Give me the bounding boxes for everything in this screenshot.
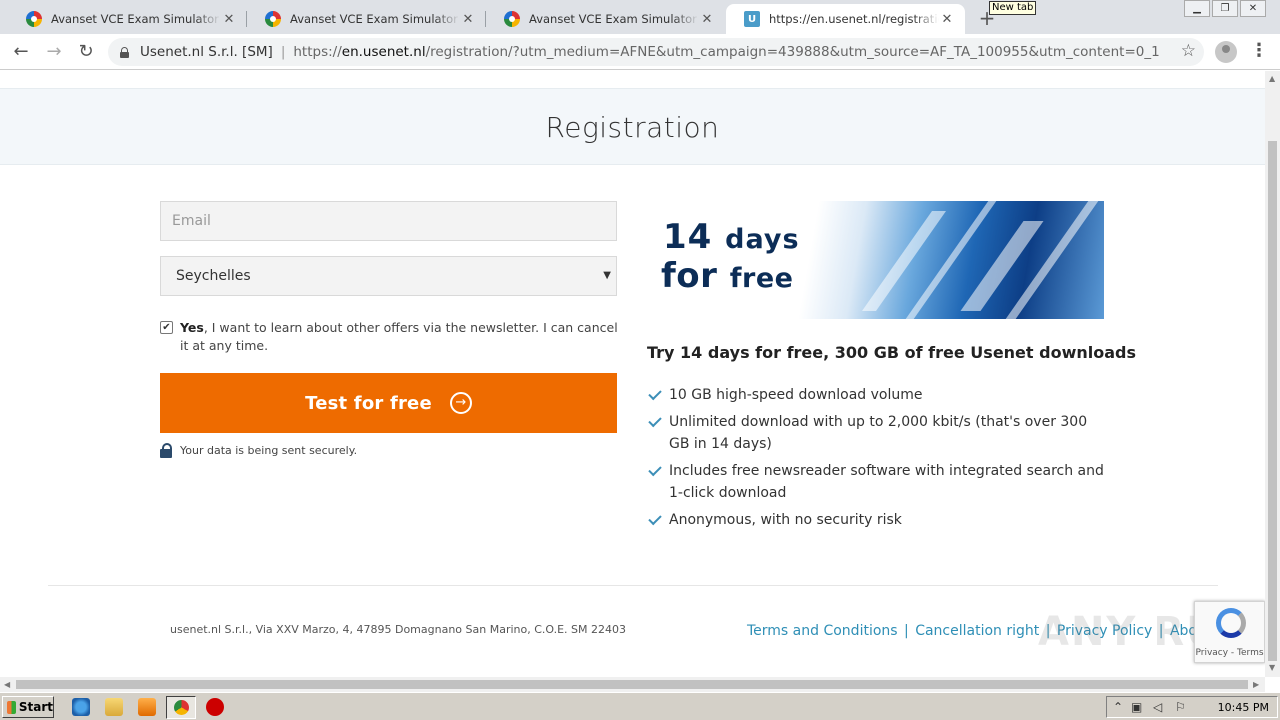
close-icon[interactable]: ✕: [460, 12, 476, 27]
newsletter-yes: Yes: [180, 320, 204, 335]
internet-explorer-icon[interactable]: [72, 698, 90, 716]
reload-icon[interactable]: ↻: [75, 41, 97, 62]
newsletter-consent: ✔ Yes, I want to learn about other offer…: [160, 319, 620, 355]
banner-number: 14: [663, 217, 713, 257]
url-host: en.usenet.nl: [341, 44, 426, 60]
secure-note: Your data is being sent securely.: [160, 443, 357, 458]
terms-link[interactable]: Terms and Conditions: [747, 623, 898, 639]
system-tray: ⌃ ▣ ◁ ⚐ 10:45 PM: [1106, 696, 1278, 718]
volume-icon[interactable]: ◁: [1153, 700, 1162, 714]
registration-header: Registration: [0, 88, 1265, 165]
scroll-down-icon[interactable]: ▼: [1269, 663, 1275, 672]
new-tab-tooltip: New tab: [989, 1, 1037, 15]
email-input[interactable]: [160, 201, 617, 241]
url-scheme: https://: [293, 44, 342, 60]
cta-label: Test for free: [305, 392, 432, 414]
browser-toolbar: ← → ↻ Usenet.nl S.r.l. [SM] | https://en…: [0, 34, 1280, 70]
newsletter-checkbox[interactable]: ✔: [160, 321, 173, 334]
check-icon: [648, 462, 662, 477]
usenet-icon: U: [744, 11, 760, 27]
banner-for: for: [661, 256, 718, 296]
check-icon: [648, 511, 662, 526]
banner-days: days: [725, 224, 800, 255]
tab-title: Avanset VCE Exam Simulator 2.6.1 C: [529, 12, 699, 26]
country-selected-value: Seychelles: [176, 268, 251, 284]
scroll-thumb[interactable]: [1268, 141, 1277, 661]
dropdown-caret-icon: ▼: [603, 270, 611, 281]
avanset-icon: [504, 11, 520, 27]
window-controls: ▁ ❐ ✕: [1182, 0, 1266, 18]
media-player-icon[interactable]: [138, 698, 156, 716]
offer-title: Try 14 days for free, 300 GB of free Use…: [647, 343, 1136, 362]
flag-icon[interactable]: ⚐: [1175, 700, 1186, 714]
chrome-icon: [174, 700, 189, 715]
padlock-icon: [160, 443, 172, 458]
url-path: /registration/?utm_medium=AFNE&utm_campa…: [425, 44, 1160, 60]
test-for-free-button[interactable]: Test for free →: [160, 373, 617, 433]
tab-title: Avanset VCE Exam Simulator 2.6.1 C: [51, 12, 221, 26]
close-window-icon[interactable]: ✕: [1240, 0, 1266, 17]
list-item: Includes free newsreader software with i…: [647, 460, 1107, 504]
close-icon[interactable]: ✕: [221, 12, 237, 27]
tab-title: https://en.usenet.nl/registration/?ut: [769, 12, 939, 26]
banner-free: free: [729, 263, 794, 294]
list-item: Unlimited download with up to 2,000 kbit…: [647, 411, 1107, 455]
menu-kebab-icon[interactable]: ⋮: [1250, 40, 1268, 61]
tab-usenet[interactable]: U https://en.usenet.nl/registration/?ut …: [726, 4, 965, 34]
tab-strip: Avanset VCE Exam Simulator 2.6.1 C ✕ Ava…: [0, 0, 1280, 34]
tab-avanset-1[interactable]: Avanset VCE Exam Simulator 2.6.1 C ✕: [8, 4, 247, 34]
feature-list: 10 GB high-speed download volume Unlimit…: [647, 384, 1107, 536]
profile-avatar-icon[interactable]: [1215, 41, 1237, 63]
list-item: 10 GB high-speed download volume: [647, 384, 1107, 406]
horizontal-scrollbar[interactable]: ◀ ▶: [0, 677, 1265, 692]
stop-icon[interactable]: [206, 698, 224, 716]
start-button[interactable]: Start: [2, 696, 54, 718]
arrow-right-circle-icon: →: [449, 392, 472, 414]
address-bar[interactable]: Usenet.nl S.r.l. [SM] | https://en.usene…: [108, 38, 1204, 66]
folder-icon[interactable]: [105, 698, 123, 716]
restore-icon[interactable]: ❐: [1212, 0, 1238, 17]
promo-banner: 14 days for free: [647, 201, 1104, 319]
check-icon: [648, 386, 662, 401]
company-address: usenet.nl S.r.l., Via XXV Marzo, 4, 4789…: [170, 623, 627, 636]
avanset-icon: [26, 11, 42, 27]
page-viewport: Registration Seychelles ▼ ✔ Yes, I want …: [0, 71, 1265, 677]
tab-avanset-3[interactable]: Avanset VCE Exam Simulator 2.6.1 C ✕: [486, 4, 725, 34]
scroll-right-icon[interactable]: ▶: [1253, 680, 1259, 689]
lock-icon: [120, 46, 129, 58]
forward-arrow-icon[interactable]: →: [43, 41, 65, 62]
windows-flag-icon: [7, 700, 16, 714]
minimize-icon[interactable]: ▁: [1184, 0, 1210, 17]
close-icon[interactable]: ✕: [939, 12, 955, 27]
recaptcha-text: Privacy - Terms: [1195, 648, 1264, 658]
windows-taskbar: Start ⌃ ▣ ◁ ⚐ 10:45 PM: [0, 692, 1280, 720]
newsletter-text: , I want to learn about other offers via…: [180, 320, 618, 353]
list-item: Anonymous, with no security risk: [647, 509, 1107, 531]
close-icon[interactable]: ✕: [699, 12, 715, 27]
avanset-icon: [265, 11, 281, 27]
tab-avanset-2[interactable]: Avanset VCE Exam Simulator 2.6.1 C ✕: [247, 4, 486, 34]
footer-divider: [48, 585, 1218, 586]
scroll-thumb[interactable]: [16, 680, 1248, 689]
tray-expand-icon[interactable]: ⌃: [1113, 700, 1123, 714]
chrome-taskbar-button[interactable]: [166, 696, 196, 719]
banner-text: 14 days for free: [661, 217, 800, 297]
recaptcha-icon: [1216, 608, 1246, 638]
bookmark-star-icon[interactable]: ☆: [1181, 41, 1196, 61]
secure-note-text: Your data is being sent securely.: [180, 444, 358, 457]
taskbar-clock: 10:45 PM: [1217, 701, 1269, 714]
site-identity: Usenet.nl S.r.l. [SM]: [140, 44, 273, 60]
network-icon[interactable]: ▣: [1131, 700, 1142, 714]
tab-title: Avanset VCE Exam Simulator 2.6.1 C: [290, 12, 460, 26]
recaptcha-badge[interactable]: Privacy - Terms: [1194, 601, 1265, 663]
page-title: Registration: [545, 111, 720, 144]
back-arrow-icon[interactable]: ←: [10, 41, 32, 62]
scroll-left-icon[interactable]: ◀: [4, 680, 10, 689]
vertical-scrollbar[interactable]: ▲ ▼: [1265, 71, 1280, 677]
country-select[interactable]: Seychelles ▼: [160, 256, 617, 296]
check-icon: [648, 413, 662, 428]
cancellation-link[interactable]: Cancellation right: [915, 623, 1039, 639]
scroll-up-icon[interactable]: ▲: [1269, 74, 1275, 83]
